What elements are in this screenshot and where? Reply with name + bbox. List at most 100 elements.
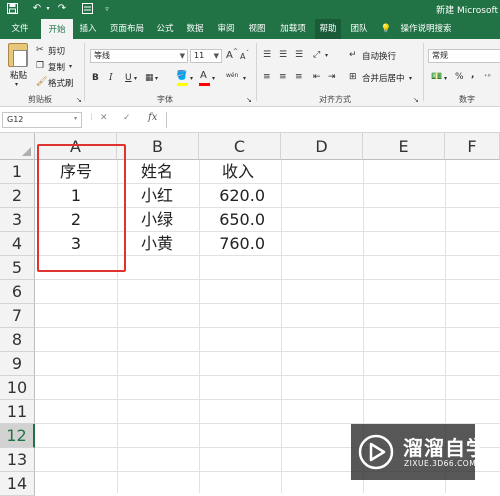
paste-dropdown-icon[interactable]: ▾ bbox=[15, 79, 18, 91]
alignment-launcher-icon[interactable]: ↘ bbox=[413, 94, 419, 106]
currency-dropdown-icon[interactable]: ▾ bbox=[444, 73, 447, 85]
row-header-13[interactable]: 13 bbox=[0, 448, 35, 472]
bold-button[interactable]: B bbox=[92, 72, 99, 84]
grow-font-button[interactable]: A bbox=[226, 50, 233, 62]
formula-input[interactable] bbox=[166, 112, 500, 128]
cell-b3[interactable]: 小绿 bbox=[141, 208, 199, 232]
cancel-icon[interactable]: ✕ bbox=[100, 113, 108, 123]
tab-insert[interactable]: 插入 bbox=[75, 19, 101, 39]
merge-dropdown-icon[interactable]: ▾ bbox=[409, 73, 412, 85]
tell-me-search[interactable]: 操作说明搜索 bbox=[396, 19, 456, 39]
align-right-icon[interactable]: ≡ bbox=[295, 71, 303, 83]
number-format-select[interactable]: 常规 bbox=[428, 49, 500, 63]
save-icon[interactable] bbox=[6, 3, 18, 15]
tab-addins[interactable]: 加载项 bbox=[276, 19, 310, 39]
row-header-14[interactable]: 14 bbox=[0, 472, 35, 496]
increase-decimal-icon[interactable]: ⁺⁰ bbox=[484, 71, 491, 83]
row-header-11[interactable]: 11 bbox=[0, 400, 35, 424]
row-header-6[interactable]: 6 bbox=[0, 280, 35, 304]
tab-team[interactable]: 团队 bbox=[347, 19, 371, 39]
align-left-icon[interactable]: ≡ bbox=[263, 71, 271, 83]
row-header-2[interactable]: 2 bbox=[0, 184, 35, 208]
font-color-dropdown-icon[interactable]: ▾ bbox=[212, 73, 215, 85]
orientation-icon[interactable]: ⤢ bbox=[313, 49, 320, 61]
column-header-e[interactable]: E bbox=[363, 133, 445, 160]
cut-button[interactable]: 剪切 bbox=[48, 45, 65, 57]
merge-center-button[interactable]: 合并后居中 bbox=[362, 72, 405, 84]
cell-c1[interactable]: 收入 bbox=[222, 160, 281, 184]
percent-button[interactable]: % bbox=[455, 71, 464, 83]
format-painter-button[interactable]: 格式刷 bbox=[48, 77, 74, 89]
tab-review[interactable]: 审阅 bbox=[214, 19, 238, 39]
font-name-select[interactable]: 等线 ▼ bbox=[90, 49, 188, 63]
tab-home[interactable]: 开始 bbox=[41, 19, 73, 39]
format-painter-icon[interactable]: 🖌 bbox=[36, 76, 47, 88]
merge-icon[interactable]: ⊞ bbox=[349, 71, 357, 83]
insert-function-button[interactable]: fx bbox=[148, 112, 157, 123]
borders-dropdown-icon[interactable]: ▾ bbox=[155, 73, 158, 85]
column-header-d[interactable]: D bbox=[281, 133, 363, 160]
cell-c4[interactable]: 760.0 bbox=[199, 232, 265, 256]
underline-button[interactable]: U bbox=[125, 72, 132, 84]
row-header-10[interactable]: 10 bbox=[0, 376, 35, 400]
select-all-button[interactable] bbox=[0, 133, 35, 160]
copy-button[interactable]: 复制 bbox=[48, 61, 65, 73]
row-header-8[interactable]: 8 bbox=[0, 328, 35, 352]
row-header-3[interactable]: 3 bbox=[0, 208, 35, 232]
cell-b4[interactable]: 小黄 bbox=[141, 232, 199, 256]
customize-icon[interactable]: ▿ bbox=[101, 3, 113, 15]
row-header-9[interactable]: 9 bbox=[0, 352, 35, 376]
increase-indent-icon[interactable]: ⇥ bbox=[328, 71, 336, 83]
tab-file[interactable]: 文件 bbox=[6, 19, 34, 39]
column-header-c[interactable]: C bbox=[199, 133, 281, 160]
copy-icon[interactable]: ❐ bbox=[36, 60, 44, 72]
undo-dropdown-icon[interactable]: ▾ bbox=[42, 3, 54, 15]
form-icon[interactable] bbox=[81, 3, 93, 15]
cell-b2[interactable]: 小红 bbox=[141, 184, 199, 208]
row-header-5[interactable]: 5 bbox=[0, 256, 35, 280]
row-header-4[interactable]: 4 bbox=[0, 232, 35, 256]
comma-button[interactable]: , bbox=[471, 69, 474, 81]
paste-button[interactable]: 粘贴 bbox=[10, 69, 27, 81]
wrap-text-icon[interactable]: ↵ bbox=[349, 49, 357, 61]
row-header-7[interactable]: 7 bbox=[0, 304, 35, 328]
shrink-font-button[interactable]: A bbox=[240, 51, 245, 63]
underline-dropdown-icon[interactable]: ▾ bbox=[134, 73, 137, 85]
name-box[interactable]: G12 bbox=[2, 112, 82, 128]
column-header-b[interactable]: B bbox=[117, 133, 199, 160]
font-launcher-icon[interactable]: ↘ bbox=[246, 94, 252, 106]
orientation-dropdown-icon[interactable]: ▾ bbox=[325, 50, 328, 62]
cell-c3[interactable]: 650.0 bbox=[199, 208, 265, 232]
italic-button[interactable]: I bbox=[109, 72, 113, 84]
align-top-icon[interactable]: ☰ bbox=[263, 49, 271, 61]
decrease-indent-icon[interactable]: ⇤ bbox=[313, 71, 321, 83]
column-header-f[interactable]: F bbox=[445, 133, 500, 160]
align-middle-icon[interactable]: ☰ bbox=[279, 49, 287, 61]
clipboard-launcher-icon[interactable]: ↘ bbox=[76, 94, 82, 106]
tab-data[interactable]: 数据 bbox=[183, 19, 207, 39]
tab-page-layout[interactable]: 页面布局 bbox=[106, 19, 148, 39]
tab-formulas[interactable]: 公式 bbox=[153, 19, 177, 39]
paste-icon[interactable] bbox=[8, 43, 28, 67]
font-color-button[interactable]: A bbox=[200, 70, 207, 82]
fill-color-dropdown-icon[interactable]: ▾ bbox=[190, 73, 193, 85]
borders-icon[interactable]: ▦ bbox=[145, 72, 154, 84]
namebox-dropdown-icon[interactable]: ▾ bbox=[74, 115, 77, 122]
cell-b1[interactable]: 姓名 bbox=[141, 160, 199, 184]
cell-c2[interactable]: 620.0 bbox=[199, 184, 265, 208]
currency-icon[interactable]: 💵 bbox=[431, 71, 442, 83]
phonetic-button[interactable]: wén bbox=[226, 70, 238, 82]
row-header-12[interactable]: 12 bbox=[0, 424, 35, 448]
row-header-1[interactable]: 1 bbox=[0, 160, 35, 184]
enter-icon[interactable]: ✓ bbox=[123, 113, 131, 123]
align-center-icon[interactable]: ≡ bbox=[279, 71, 287, 83]
tab-view[interactable]: 视图 bbox=[245, 19, 269, 39]
tab-help[interactable]: 帮助 bbox=[315, 19, 341, 39]
phonetic-dropdown-icon[interactable]: ▾ bbox=[243, 73, 246, 85]
wrap-text-button[interactable]: 自动换行 bbox=[362, 50, 396, 62]
redo-icon[interactable]: ↷ bbox=[56, 3, 68, 15]
fill-color-icon[interactable]: 🪣 bbox=[176, 70, 187, 82]
copy-dropdown-icon[interactable]: ▾ bbox=[69, 61, 72, 73]
cut-icon[interactable]: ✂ bbox=[36, 44, 44, 56]
font-size-select[interactable]: 11 ▼ bbox=[190, 49, 222, 63]
